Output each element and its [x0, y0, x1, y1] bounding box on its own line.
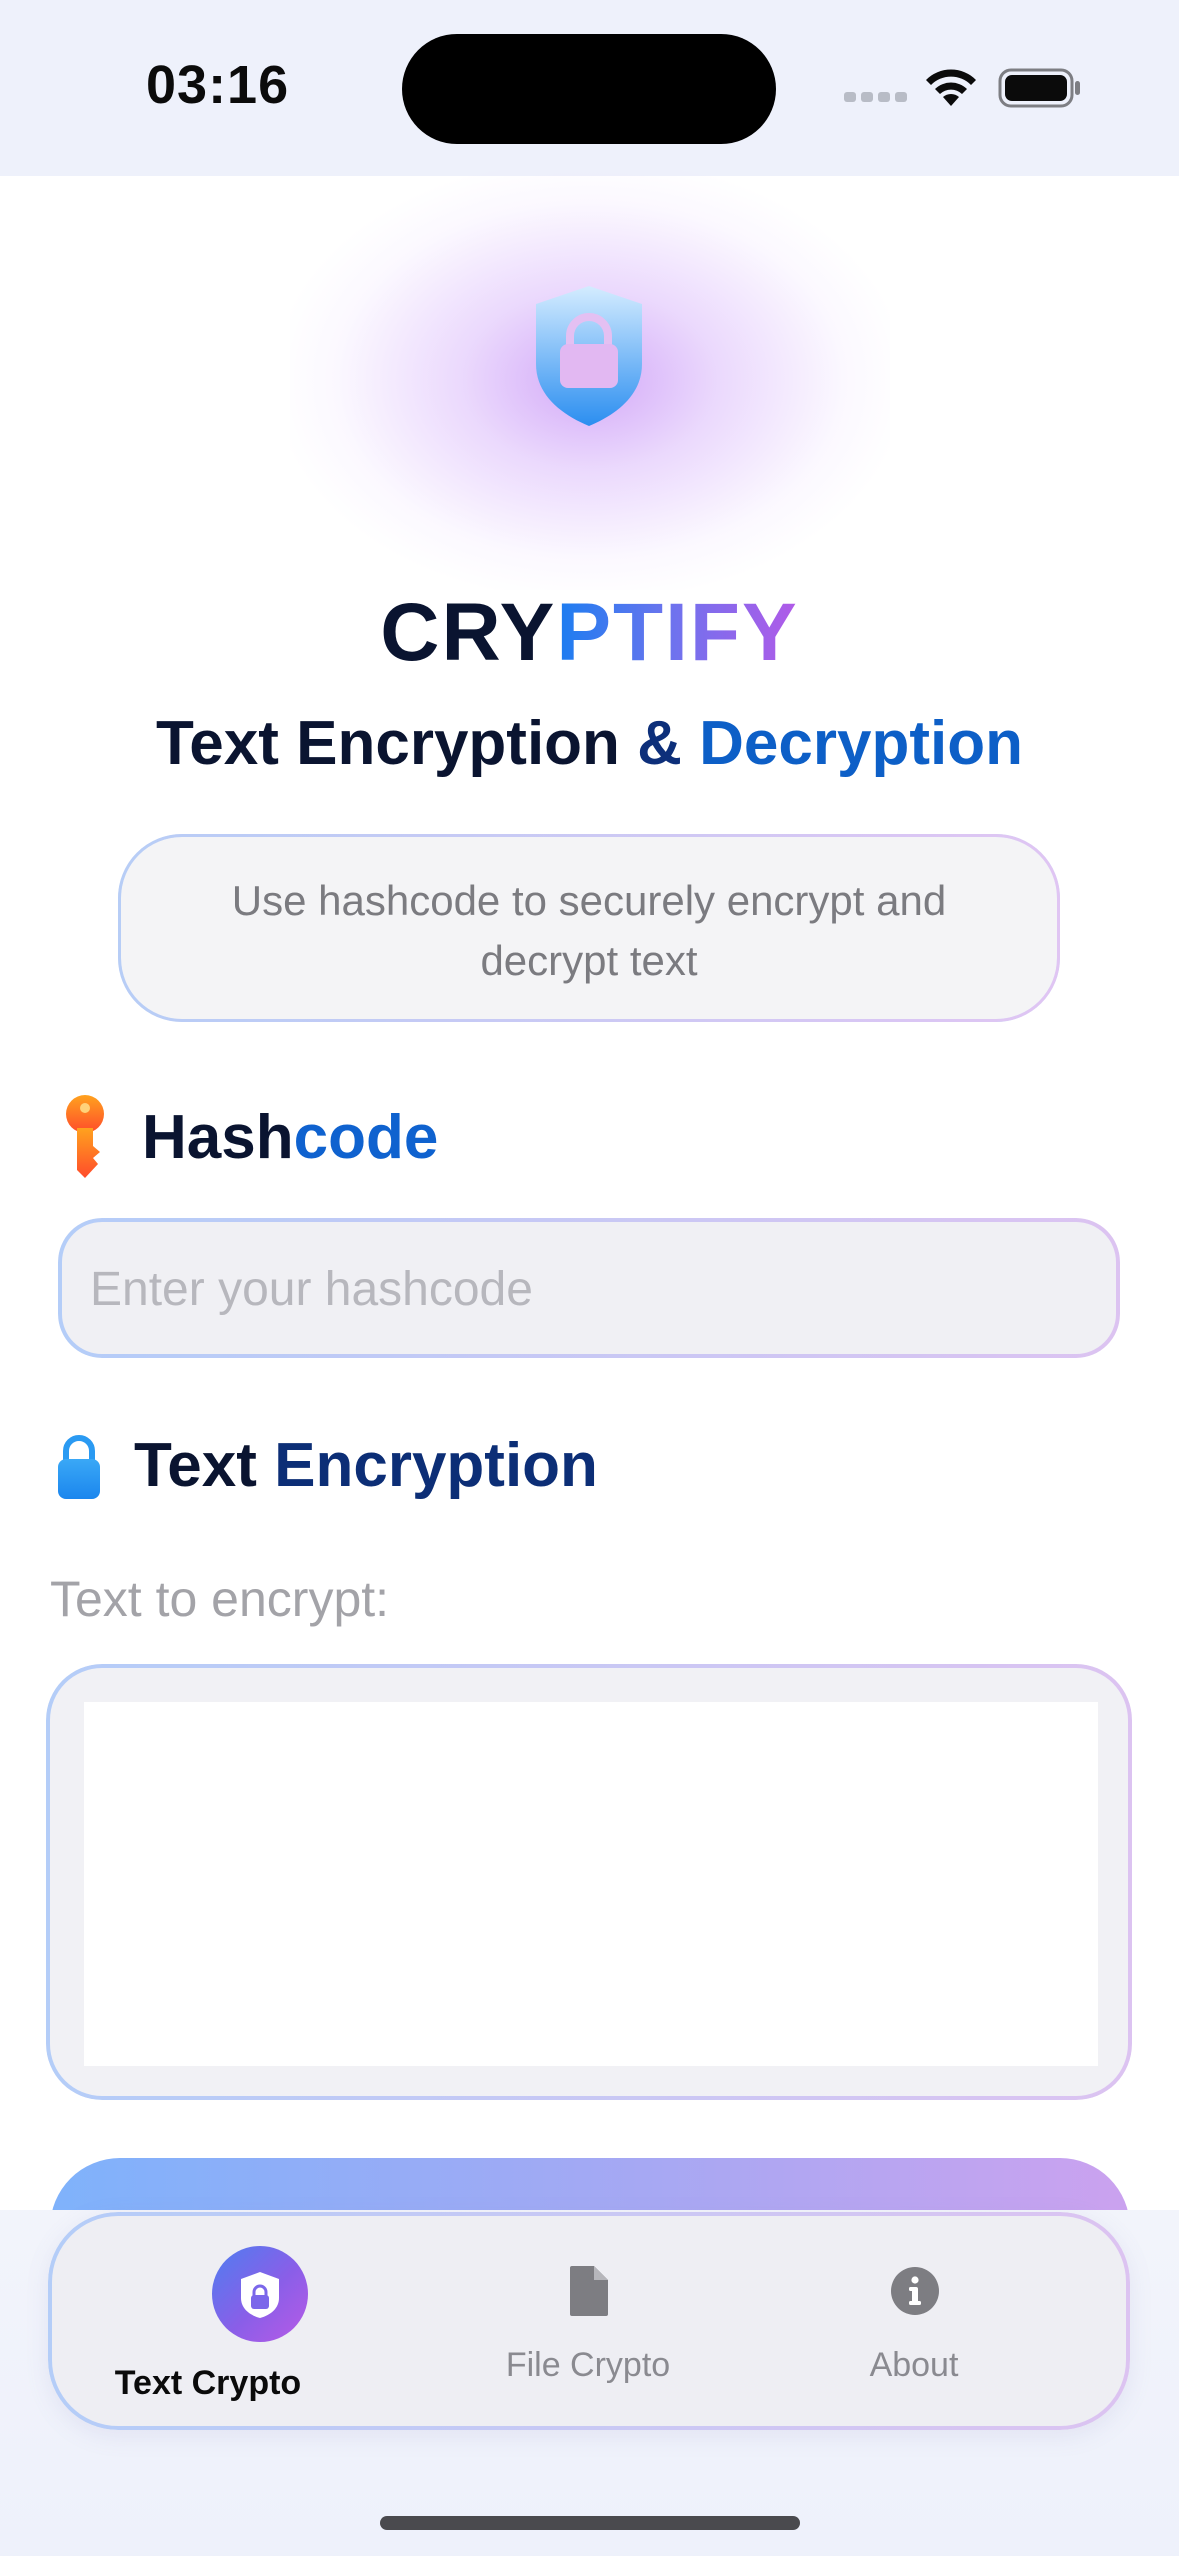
tab-label-about: About	[869, 2346, 959, 2384]
tab-label-text-crypto: Text Crypto	[114, 2364, 302, 2402]
app-brand-title: CRYPTIFY	[0, 586, 1179, 680]
hashcode-section-header: Hashcode	[60, 1094, 438, 1180]
hashcode-title-part-1: Hash	[142, 1102, 294, 1172]
subtitle-part-1: Text Encryption	[156, 709, 620, 778]
tab-file-crypto[interactable]: File Crypto	[428, 2212, 748, 2430]
battery-icon	[998, 68, 1080, 108]
document-icon	[570, 2266, 608, 2316]
key-icon	[66, 1095, 104, 1178]
encryption-title-part-1: Text	[134, 1431, 275, 1500]
encrypt-textarea-container	[46, 1664, 1132, 2100]
subtitle-part-2: Decryption	[699, 709, 1023, 778]
lock-icon	[58, 1434, 100, 1499]
tab-label-file-crypto: File Crypto	[505, 2346, 671, 2384]
status-time: 03:16	[146, 55, 290, 115]
tab-bar: Text Crypto File Crypto About	[48, 2212, 1130, 2430]
status-bar: 03:16	[0, 0, 1179, 176]
page-subtitle: Text Encryption & Decryption	[0, 708, 1179, 779]
dynamic-island	[402, 34, 776, 144]
shield-lock-logo-icon	[536, 286, 642, 426]
home-indicator	[380, 2516, 800, 2530]
description-card: Use hashcode to securely encrypt and dec…	[118, 834, 1060, 1022]
encryption-section-header: Text Encryption	[56, 1430, 598, 1501]
subtitle-ampersand: &	[619, 709, 700, 778]
hashcode-input[interactable]	[88, 1218, 1072, 1360]
description-text: Use hashcode to securely encrypt and dec…	[231, 877, 947, 984]
info-icon	[891, 2267, 939, 2315]
text-to-encrypt-label: Text to encrypt:	[50, 1571, 390, 1627]
hashcode-title-part-2: code	[293, 1102, 439, 1172]
brand-part-1: CRY	[380, 587, 557, 678]
text-to-encrypt-textarea[interactable]	[84, 1702, 1098, 2066]
brand-part-2: PTIFY	[556, 587, 799, 678]
hashcode-input-container	[58, 1218, 1120, 1360]
wifi-icon	[926, 69, 976, 106]
shield-icon	[241, 2272, 279, 2318]
tab-text-crypto[interactable]: Text Crypto	[48, 2212, 368, 2430]
encryption-title-part-2: Encryption	[274, 1431, 598, 1500]
tab-about[interactable]: About	[754, 2212, 1074, 2430]
